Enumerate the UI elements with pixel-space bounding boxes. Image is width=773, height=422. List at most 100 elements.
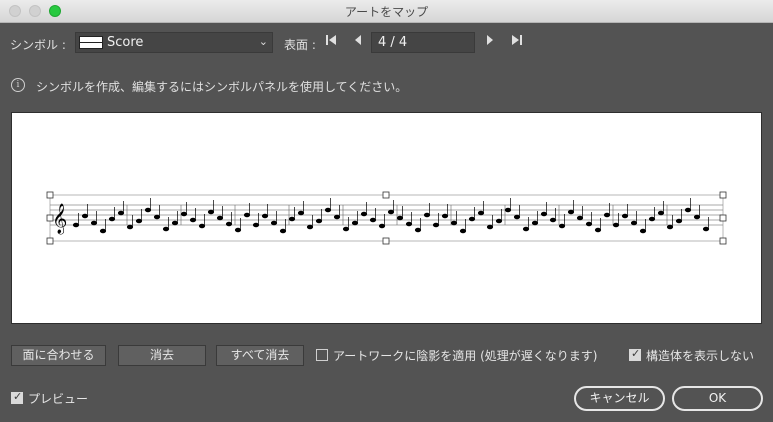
next-icon xyxy=(487,35,493,45)
treble-clef-icon: 𝄞 xyxy=(52,203,67,235)
note-head xyxy=(351,220,359,226)
score-artwork: 𝄞 xyxy=(46,191,727,245)
note-head xyxy=(198,223,206,229)
note-head xyxy=(261,213,269,219)
preview-label: プレビュー xyxy=(28,392,89,406)
note-head xyxy=(153,214,161,220)
window-title: アートをマップ xyxy=(344,5,429,19)
note-head xyxy=(666,224,674,230)
clear-all-button[interactable]: すべて消去 xyxy=(216,345,304,366)
note-head xyxy=(675,218,683,224)
note-head xyxy=(171,220,179,226)
note-head xyxy=(432,222,440,228)
note-head xyxy=(234,227,242,233)
notes-group xyxy=(72,198,710,234)
note-head xyxy=(387,209,395,215)
note-head xyxy=(594,227,602,233)
shade-artwork-label: アートワークに陰影を適用 (処理が遅くなります) xyxy=(333,349,598,363)
surface-page-value: 4 / 4 xyxy=(378,35,408,50)
note-head xyxy=(144,207,152,213)
surface-page-field[interactable]: 4 / 4 xyxy=(371,32,475,53)
note-head xyxy=(423,212,431,218)
note-head xyxy=(630,220,638,226)
note-head xyxy=(486,224,494,230)
note-head xyxy=(324,207,332,213)
preview-checkbox[interactable] xyxy=(11,390,23,404)
note-head xyxy=(468,216,476,222)
note-head xyxy=(333,214,341,220)
symbol-label: シンボル : xyxy=(10,38,66,52)
last-page-icon xyxy=(512,35,522,45)
note-head xyxy=(477,210,485,216)
note-head xyxy=(72,222,80,228)
previous-icon xyxy=(355,35,361,45)
note-head xyxy=(657,210,665,216)
clear-button[interactable]: 消去 xyxy=(118,345,206,366)
fit-to-surface-button[interactable]: 面に合わせる xyxy=(11,345,106,366)
hide-geometry-label: 構造体を表示しない xyxy=(646,349,755,363)
staff-lines xyxy=(50,204,723,226)
first-surface-button[interactable] xyxy=(322,33,340,53)
note-head xyxy=(612,222,620,228)
note-head xyxy=(108,216,116,222)
note-head xyxy=(81,213,89,219)
note-head xyxy=(315,218,323,224)
note-head xyxy=(450,220,458,226)
selection-bounds xyxy=(49,194,724,242)
last-surface-button[interactable] xyxy=(508,33,526,53)
hide-geometry-checkbox[interactable] xyxy=(629,347,641,361)
surface-preview[interactable]: 𝄞 xyxy=(11,112,762,324)
note-head xyxy=(378,223,386,229)
note-head xyxy=(621,213,629,219)
symbol-swatch-icon xyxy=(79,36,103,49)
shade-artwork-checkbox[interactable] xyxy=(316,349,328,361)
ok-button[interactable]: OK xyxy=(672,386,763,411)
note-head xyxy=(693,214,701,220)
note-head xyxy=(558,223,566,229)
next-surface-button[interactable] xyxy=(481,33,499,53)
chevron-down-icon: ⌄ xyxy=(258,35,268,48)
note-head xyxy=(522,226,530,232)
map-art-dialog: アートをマップ シンボル : Score ⌄ 表面 : 4 / 4 i シンボル… xyxy=(0,0,773,422)
title-bar: アートをマップ xyxy=(0,0,773,23)
note-head xyxy=(342,226,350,232)
note-head xyxy=(684,207,692,213)
note-head xyxy=(126,224,134,230)
note-head xyxy=(360,211,368,217)
note-head xyxy=(504,207,512,213)
note-head xyxy=(585,221,593,227)
note-head xyxy=(279,228,287,234)
note-head xyxy=(414,227,422,233)
note-head xyxy=(306,224,314,230)
note-head xyxy=(531,220,539,226)
note-head xyxy=(576,215,584,221)
note-head xyxy=(207,209,215,215)
surface-label: 表面 : xyxy=(284,38,316,52)
note-head xyxy=(441,213,449,219)
note-head xyxy=(513,214,521,220)
cancel-button[interactable]: キャンセル xyxy=(574,386,665,411)
note-head xyxy=(252,222,260,228)
note-head xyxy=(90,220,98,226)
note-head xyxy=(369,217,377,223)
note-head xyxy=(405,221,413,227)
note-head xyxy=(396,215,404,221)
note-head xyxy=(162,226,170,232)
note-head xyxy=(270,220,278,226)
symbol-select[interactable]: Score ⌄ xyxy=(75,32,273,53)
note-head xyxy=(216,215,224,221)
note-head xyxy=(288,216,296,222)
info-text: シンボルを作成、編集するにはシンボルパネルを使用してください。 xyxy=(36,80,408,94)
previous-surface-button[interactable] xyxy=(349,33,367,53)
note-head xyxy=(135,218,143,224)
note-head xyxy=(648,216,656,222)
note-head xyxy=(603,212,611,218)
note-head xyxy=(702,226,710,232)
info-icon: i xyxy=(11,78,25,92)
note-head xyxy=(549,217,557,223)
first-page-icon xyxy=(326,35,336,45)
note-head xyxy=(225,221,233,227)
symbol-select-value: Score xyxy=(107,35,144,50)
note-head xyxy=(117,210,125,216)
note-head xyxy=(189,217,197,223)
